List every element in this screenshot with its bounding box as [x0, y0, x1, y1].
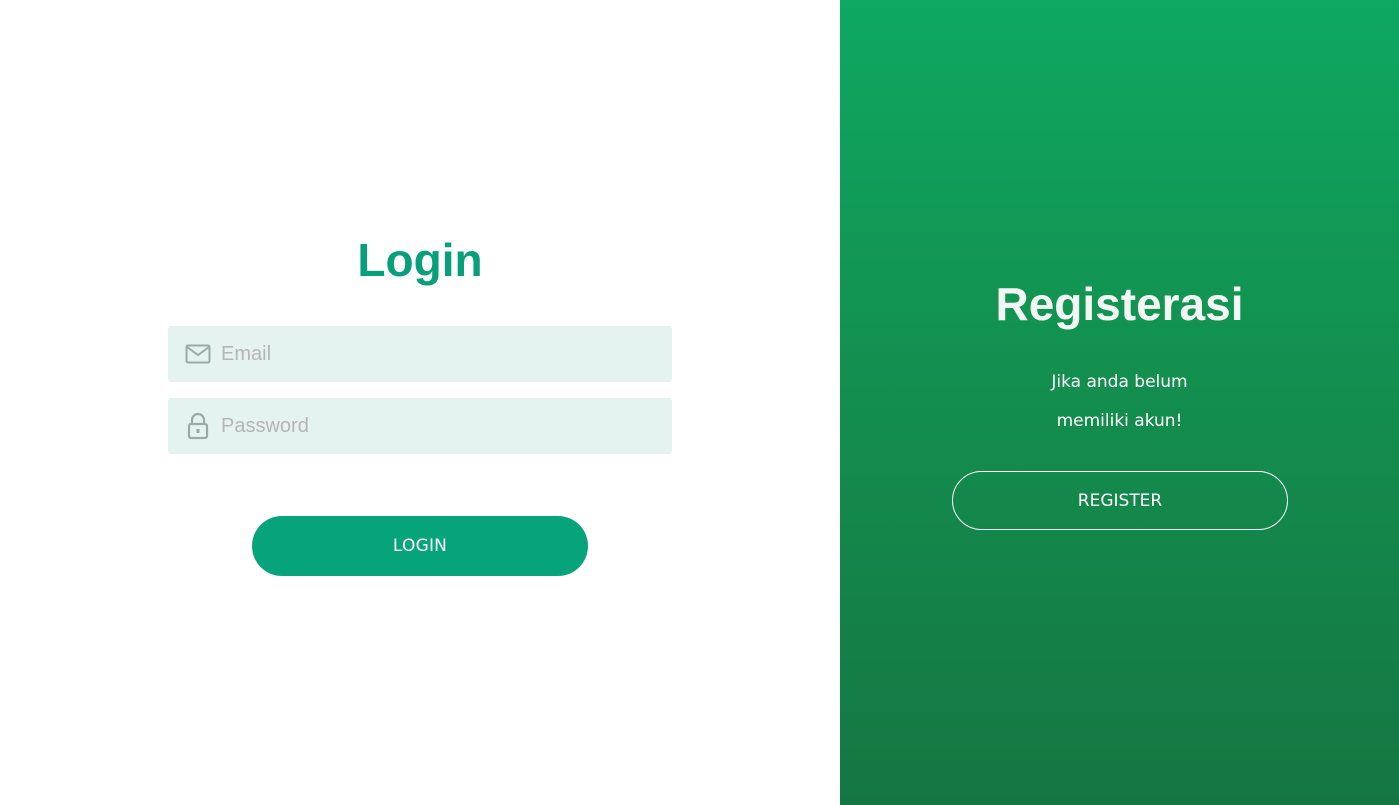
register-panel: Registerasi Jika anda belum memiliki aku… [840, 0, 1399, 805]
register-text-line-2: memiliki akun! [1056, 411, 1183, 431]
password-field-container[interactable] [168, 398, 672, 454]
email-field-container[interactable] [168, 326, 672, 382]
register-text-line-1: Jika anda belum [1051, 372, 1188, 392]
login-button[interactable]: LOGIN [252, 516, 588, 576]
envelope-icon [184, 340, 212, 368]
login-title: Login [357, 234, 483, 286]
login-panel: Login LOGIN [0, 0, 840, 805]
page: Login LOGIN Registerasi J [0, 0, 1399, 805]
register-title: Registerasi [995, 278, 1244, 330]
email-input[interactable] [221, 334, 651, 374]
register-button[interactable]: REGISTER [952, 471, 1288, 530]
password-input[interactable] [221, 406, 651, 446]
lock-icon [184, 412, 212, 440]
